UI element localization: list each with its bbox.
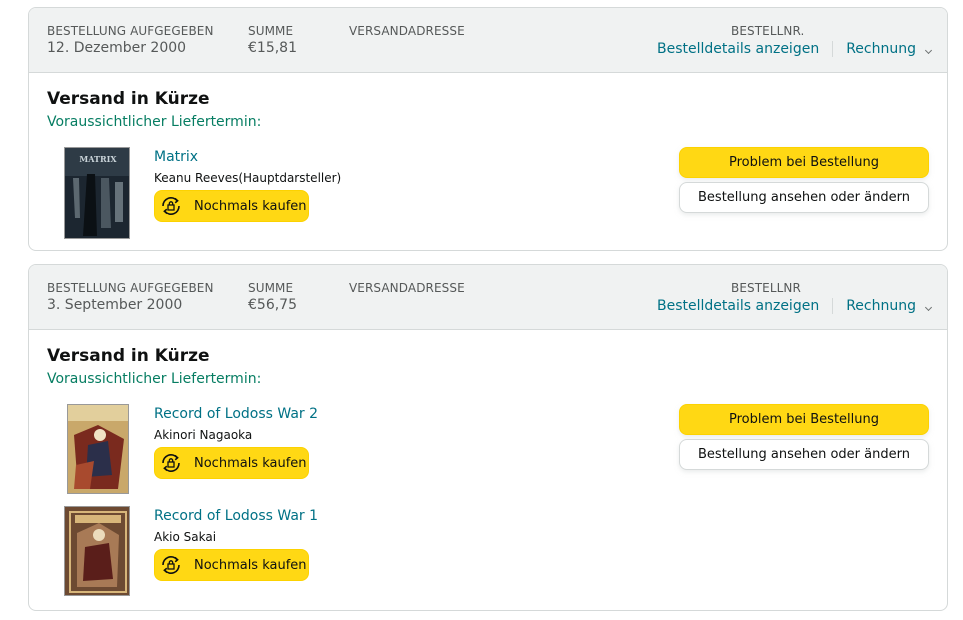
refresh-lock-icon	[162, 196, 180, 216]
order-header: BESTELLUNG AUFGEGEBEN 3. September 2000 …	[29, 265, 947, 330]
product-author: Keanu Reeves(Hauptdarsteller)	[154, 171, 342, 185]
chevron-down-icon	[924, 46, 933, 55]
problem-with-order-button[interactable]: Problem bei Bestellung	[679, 147, 929, 178]
total-label: SUMME	[248, 24, 294, 38]
order-date: 3. September 2000	[47, 297, 183, 313]
shipment-status: Versand in Kürze	[47, 346, 210, 366]
product-image-lodoss-2[interactable]	[67, 404, 129, 494]
order-details-link[interactable]: Bestelldetails anzeigen	[657, 41, 819, 57]
refresh-lock-icon	[162, 555, 180, 575]
order-card: BESTELLUNG AUFGEGEBEN 12. Dezember 2000 …	[28, 7, 948, 251]
order-item: MATRIX Matrix Keanu Reeves(Hauptdarstell…	[64, 147, 564, 239]
delivery-estimate: Voraussichtlicher Liefertermin:	[47, 371, 262, 387]
buy-again-button[interactable]: Nochmals kaufen	[154, 190, 309, 222]
order-number-label: BESTELLNR.	[731, 24, 805, 38]
order-item: Record of Lodoss War 2 Akinori Nagaoka N…	[64, 404, 564, 496]
buy-again-button[interactable]: Nochmals kaufen	[154, 549, 309, 581]
order-number-label: BESTELLNR	[731, 281, 801, 295]
buy-again-label: Nochmals kaufen	[194, 198, 307, 214]
refresh-lock-icon	[162, 453, 180, 473]
order-placed-label: BESTELLUNG AUFGEGEBEN	[47, 24, 214, 38]
order-date: 12. Dezember 2000	[47, 40, 187, 56]
order-header-links: Bestelldetails anzeigen Rechnung	[657, 39, 933, 59]
product-title-link[interactable]: Matrix	[154, 149, 198, 165]
product-title-link[interactable]: Record of Lodoss War 2	[154, 406, 318, 422]
total-label: SUMME	[248, 281, 294, 295]
order-total: €15,81	[248, 40, 297, 56]
order-card: BESTELLUNG AUFGEGEBEN 3. September 2000 …	[28, 264, 948, 611]
invoice-dropdown[interactable]: Rechnung	[846, 298, 933, 314]
buy-again-label: Nochmals kaufen	[194, 557, 307, 573]
order-total: €56,75	[248, 297, 297, 313]
delivery-estimate: Voraussichtlicher Liefertermin:	[47, 114, 262, 130]
buy-again-button[interactable]: Nochmals kaufen	[154, 447, 309, 479]
header-divider	[832, 41, 834, 57]
header-divider	[832, 298, 834, 314]
order-header-links: Bestelldetails anzeigen Rechnung	[657, 296, 933, 316]
product-image-lodoss-1[interactable]	[64, 506, 130, 596]
order-placed-label: BESTELLUNG AUFGEGEBEN	[47, 281, 214, 295]
shipment-status: Versand in Kürze	[47, 89, 210, 109]
product-author: Akinori Nagaoka	[154, 428, 253, 442]
buy-again-label: Nochmals kaufen	[194, 455, 307, 471]
order-header: BESTELLUNG AUFGEGEBEN 12. Dezember 2000 …	[29, 8, 947, 73]
product-title-link[interactable]: Record of Lodoss War 1	[154, 508, 318, 524]
ship-to-label: VERSANDADRESSE	[349, 24, 465, 38]
order-item: Record of Lodoss War 1 Akio Sakai Nochma…	[64, 506, 564, 598]
chevron-down-icon	[924, 303, 933, 312]
order-details-link[interactable]: Bestelldetails anzeigen	[657, 298, 819, 314]
ship-to-label: VERSANDADRESSE	[349, 281, 465, 295]
invoice-label: Rechnung	[846, 41, 916, 57]
product-author: Akio Sakai	[154, 530, 217, 544]
view-edit-order-button[interactable]: Bestellung ansehen oder ändern	[679, 182, 929, 213]
invoice-label: Rechnung	[846, 298, 916, 314]
problem-with-order-button[interactable]: Problem bei Bestellung	[679, 404, 929, 435]
invoice-dropdown[interactable]: Rechnung	[846, 41, 933, 57]
svg-text:MATRIX: MATRIX	[79, 154, 117, 164]
product-image-matrix[interactable]: MATRIX	[64, 147, 130, 239]
view-edit-order-button[interactable]: Bestellung ansehen oder ändern	[679, 439, 929, 470]
